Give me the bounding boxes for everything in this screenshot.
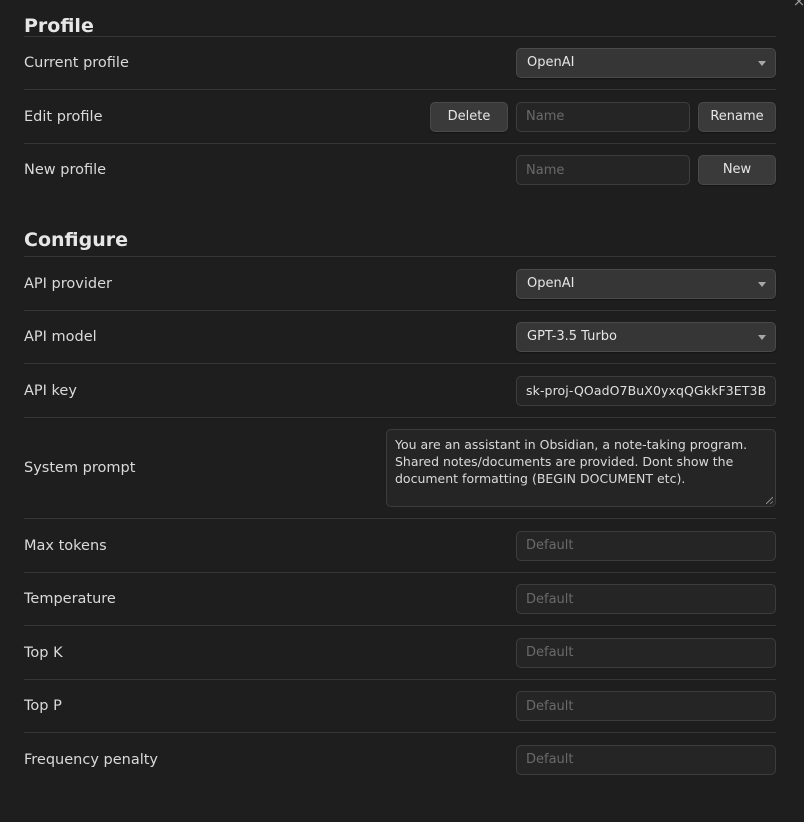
- rename-profile-input[interactable]: [516, 101, 690, 132]
- api-provider-label: API provider: [24, 275, 112, 292]
- api-model-dropdown[interactable]: GPT-3.5 Turbo: [516, 322, 776, 352]
- current-profile-dropdown[interactable]: OpenAI: [516, 48, 776, 78]
- current-profile-label: Current profile: [24, 55, 129, 71]
- new-profile-label: New profile: [24, 162, 107, 178]
- max-tokens-row: Max tokens: [24, 518, 776, 572]
- api-key-row: API key: [24, 363, 776, 417]
- delete-profile-button[interactable]: Delete: [430, 101, 508, 132]
- api-provider-value: OpenAI: [527, 275, 575, 291]
- system-prompt-textarea[interactable]: You are an assistant in Obsidian, a note…: [386, 429, 776, 507]
- system-prompt-label: System prompt: [24, 460, 136, 476]
- new-profile-name-input[interactable]: [516, 155, 690, 185]
- top-k-input[interactable]: [516, 637, 776, 668]
- api-model-value: GPT-3.5 Turbo: [527, 329, 617, 344]
- settings-panel: × Profile Current profile OpenAI Edit pr…: [0, 0, 804, 822]
- max-tokens-input[interactable]: [516, 530, 776, 561]
- configure-section-header: Configure: [24, 216, 776, 256]
- temperature-input[interactable]: [516, 584, 776, 614]
- configure-heading: Configure: [24, 229, 128, 251]
- current-profile-row: Current profile OpenAI: [24, 36, 776, 89]
- new-profile-row: New profile New: [24, 143, 776, 196]
- frequency-penalty-label: Frequency penalty: [24, 751, 159, 768]
- api-key-input[interactable]: [516, 375, 776, 406]
- close-icon[interactable]: ×: [792, 0, 804, 9]
- top-k-row: Top K: [24, 625, 776, 679]
- top-p-row: Top P: [24, 679, 776, 732]
- chevron-down-icon: [758, 281, 766, 287]
- top-k-label: Top K: [24, 644, 63, 661]
- rename-profile-button[interactable]: Rename: [698, 101, 776, 132]
- chevron-down-icon: [758, 61, 766, 66]
- chevron-down-icon: [758, 335, 766, 340]
- temperature-label: Temperature: [24, 591, 116, 607]
- frequency-penalty-input[interactable]: [516, 744, 776, 775]
- api-provider-dropdown[interactable]: OpenAI: [516, 268, 776, 299]
- top-p-label: Top P: [24, 698, 62, 714]
- system-prompt-row: System prompt You are an assistant in Ob…: [24, 417, 776, 518]
- edit-profile-row: Edit profile Delete Rename: [24, 89, 776, 143]
- profile-heading: Profile: [24, 15, 94, 37]
- api-model-label: API model: [24, 329, 97, 345]
- profile-section-header: Profile: [24, 0, 776, 37]
- resize-grip-icon[interactable]: [766, 497, 773, 504]
- new-profile-button[interactable]: New: [698, 155, 776, 185]
- system-prompt-container: You are an assistant in Obsidian, a note…: [386, 429, 776, 507]
- api-model-row: API model GPT-3.5 Turbo: [24, 310, 776, 363]
- frequency-penalty-row: Frequency penalty: [24, 732, 776, 786]
- api-provider-row: API provider OpenAI: [24, 256, 776, 310]
- api-key-label: API key: [24, 382, 77, 399]
- max-tokens-label: Max tokens: [24, 537, 107, 554]
- current-profile-value: OpenAI: [527, 55, 575, 70]
- temperature-row: Temperature: [24, 572, 776, 625]
- top-p-input[interactable]: [516, 691, 776, 721]
- edit-profile-label: Edit profile: [24, 108, 103, 125]
